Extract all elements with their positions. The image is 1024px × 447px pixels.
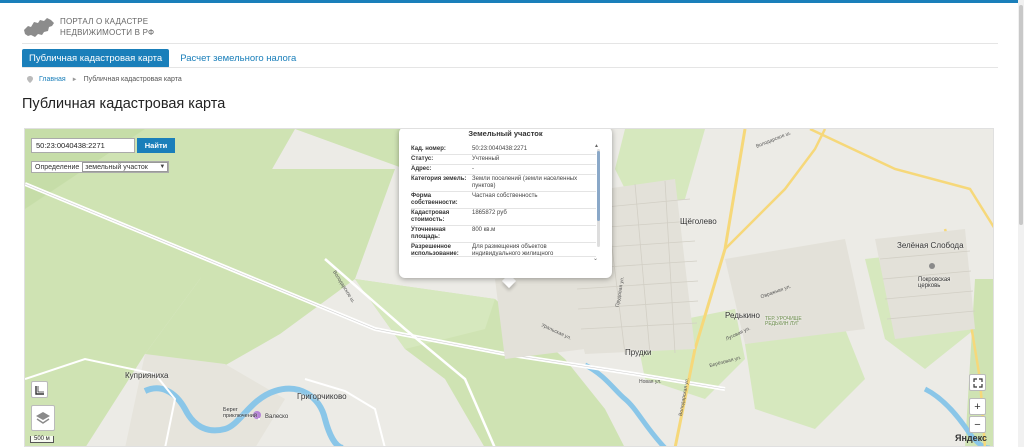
info-key: Разрешенное использование: [411,244,459,257]
info-value: 1865872 руб [472,210,507,216]
place-valesko: Валеско [265,414,289,420]
popup-scrollbar[interactable] [597,149,600,247]
info-row: Кадастровая стоимость: 1865872 руб [411,209,596,226]
breadcrumb: Главная ► Публичная кадастровая карта [27,76,182,83]
parcel-info-table: Кад. номер: 50:23:0040438:2271 Статус: Учт… [411,145,596,257]
info-key: Уточненная площадь: [411,227,446,240]
info-value: Земли поселений (земли населенных пункто… [472,176,578,189]
page-scrollbar[interactable] [1018,0,1024,447]
site-header: ПОРТАЛ О КАДАСТРЕ НЕДВИЖИМОСТИ В РФ [22,12,154,42]
parcel-info-popup: Земельный участок Кад. номер: 50:23:00404… [399,129,612,278]
place-grigorchikovo: Григорчиково [297,392,347,401]
fullscreen-button[interactable] [969,374,986,391]
info-row: Категория земель: Земли поселений (земли … [411,175,596,192]
info-value: 50:23:0040438:2271 [472,146,528,152]
zoom-out-button[interactable]: − [969,416,986,433]
breadcrumb-home-link[interactable]: Главная [39,76,66,83]
logo-title[interactable]: ПОРТАЛ О КАДАСТРЕ НЕДВИЖИМОСТИ В РФ [60,16,154,38]
page-title: Публичная кадастровая карта [22,96,226,112]
place-pokrovskaya-church: Покровская церковь [918,277,951,289]
info-row: Статус: Учтенный [411,155,596,165]
place-prudki: Прудки [625,348,652,357]
yandex-logo-text: Яндекс [954,433,987,443]
definition-select[interactable]: земельный участок ▼ [82,162,169,172]
place-redkino-meadow: ТЕР. УРОЧИЩЕ РЕДЬКИН ЛУГ [765,316,802,327]
find-button[interactable]: Найти [137,138,175,153]
header-divider [22,43,998,44]
pin-icon [27,76,33,83]
yandex-attribution[interactable]: Яндекс [955,433,987,443]
place-zelenaya-sloboda: Зелёная Слобода [897,241,964,250]
info-key: Статус: [411,156,434,162]
fullscreen-icon [972,377,983,388]
map-viewport[interactable]: Щёголево Зелёная Слобода Покровская церк… [24,128,994,447]
info-key: Категория земель: [411,176,467,182]
tab-public-cadastral-map[interactable]: Публичная кадастровая карта [22,49,170,68]
popup-title: Земельный участок [468,129,543,138]
info-row: Адрес: - [411,165,596,175]
map-scale: 500 м [30,436,54,443]
info-row: Кад. номер: 50:23:0040438:2271 [411,145,596,155]
place-redkino: Редькино [725,311,760,320]
zoom-in-button[interactable]: + [969,398,986,415]
breadcrumb-separator-icon: ► [71,76,78,83]
info-value: Для размещения объектов индивидуального … [472,244,554,257]
main-nav: Публичная кадастровая карта Расчет земел… [22,49,303,68]
breadcrumb-current: Публичная кадастровая карта [83,76,182,83]
info-key: Кад. номер: [411,146,446,152]
place-kupriyanikha: Куприяниха [125,371,169,380]
info-key: Адрес: [411,166,432,172]
layers-button[interactable] [31,405,55,431]
logo-line-1: ПОРТАЛ О КАДАСТРЕ [60,17,149,26]
info-key: Форма собственности: [411,193,458,206]
place-bereg: Берег приключений [223,407,257,419]
layers-icon [36,412,50,424]
definition-select-value: земельный участок [85,163,148,171]
chevron-down-icon: ▼ [159,164,166,170]
ruler-icon [34,385,44,395]
info-key: Кадастровая стоимость: [411,210,450,223]
cadastral-number-input[interactable] [31,138,135,153]
cadastral-search: Найти [31,138,175,153]
tab-land-tax-calc[interactable]: Расчет земельного налога [173,49,303,68]
info-row: Форма собственности: Частная собственност… [411,192,596,209]
place-shchegolevo: Щёголево [680,217,717,226]
info-value: Частная собственность [472,193,538,199]
definition-label: Определение [35,163,80,171]
info-row: Разрешенное использование: Для размещения… [411,243,596,257]
chevron-down-icon[interactable]: ⌄ [593,255,598,262]
info-value: - [472,166,474,172]
definition-row: Определение земельный участок ▼ [31,161,170,173]
info-value: Учтенный [472,156,500,162]
nav-divider [22,67,998,68]
street-novaya: Новая ул. [639,379,662,385]
popup-scrollbar-thumb[interactable] [597,151,600,221]
scrollbar-thumb[interactable] [1019,5,1023,225]
info-row: Уточненная площадь: 800 кв.м [411,226,596,243]
ruler-button[interactable] [31,381,48,398]
logo-line-2: НЕДВИЖИМОСТИ В РФ [60,28,155,37]
russia-map-logo-icon[interactable] [22,14,56,40]
info-value: 800 кв.м [472,227,496,233]
top-accent-line [0,0,1024,3]
